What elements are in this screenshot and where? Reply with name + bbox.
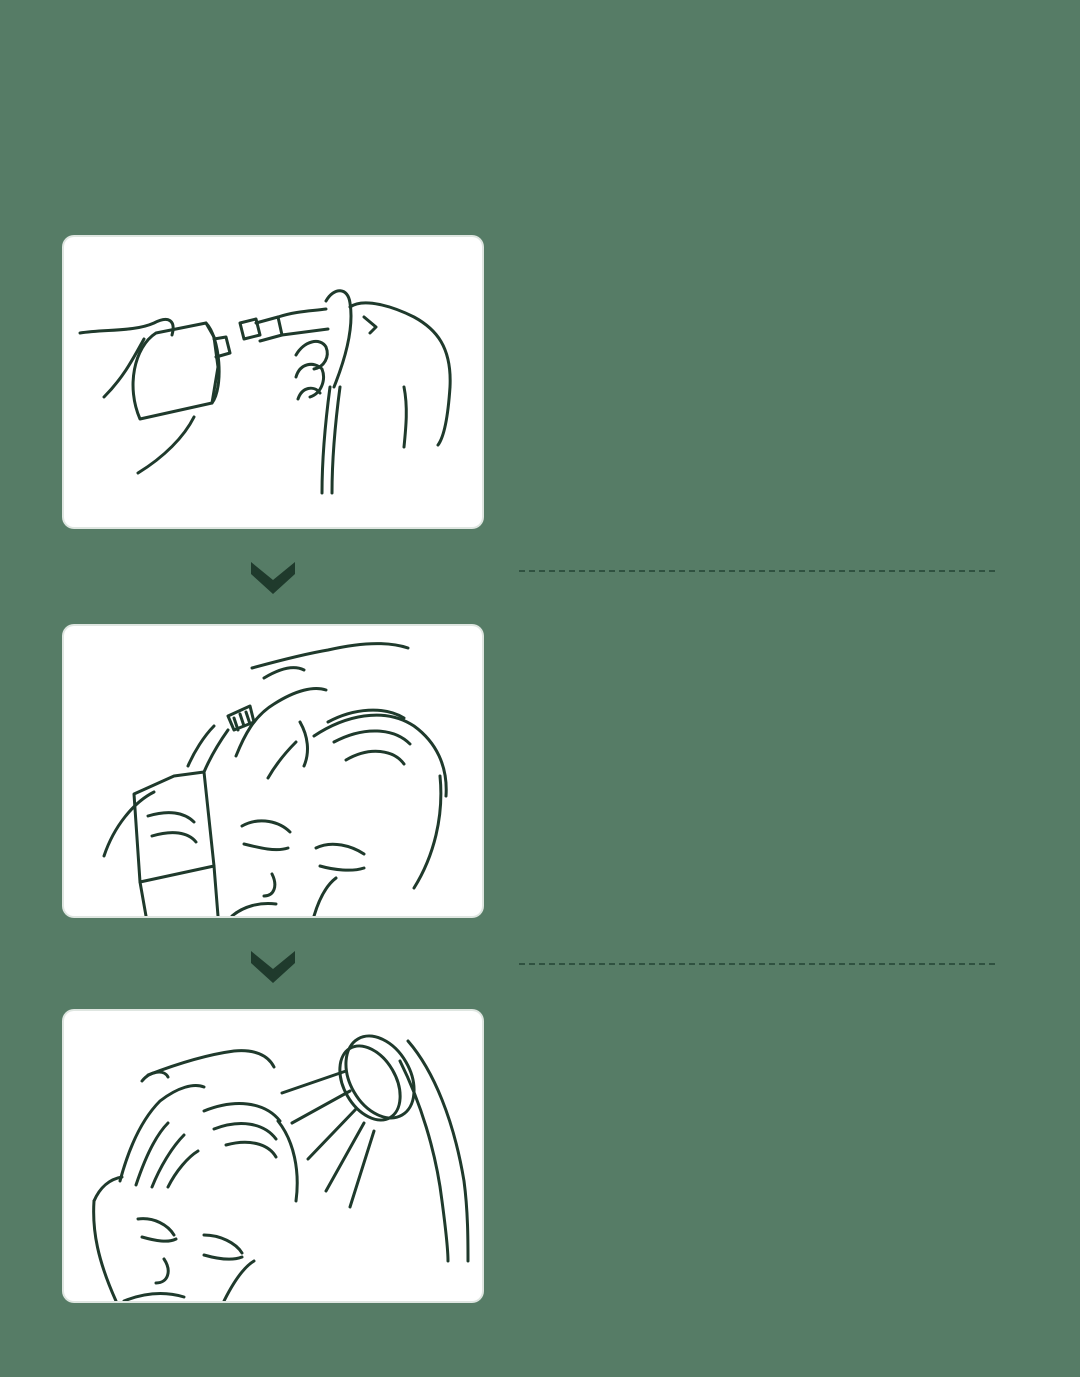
dashed-divider — [519, 963, 995, 965]
apply-tube-nozzle-icon — [78, 289, 452, 495]
rinse-shower-icon — [92, 1034, 470, 1301]
dashed-divider — [519, 570, 995, 572]
step-3-card — [64, 1011, 482, 1301]
chevron-down-icon — [251, 947, 295, 985]
step-1-card — [64, 237, 482, 527]
apply-to-scalp-icon — [102, 642, 448, 916]
chevron-down-icon — [251, 558, 295, 596]
step-2-card — [64, 626, 482, 916]
